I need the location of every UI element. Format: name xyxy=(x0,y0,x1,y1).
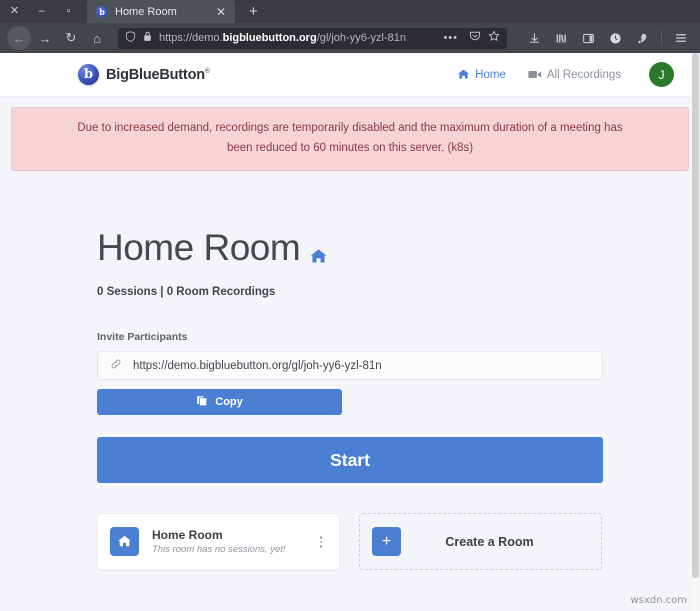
library-icon[interactable] xyxy=(549,26,573,50)
brand-logo[interactable]: b BigBlueButton® xyxy=(78,64,210,85)
scrollbar-thumb[interactable] xyxy=(692,53,699,578)
window-minimize-button[interactable]: – xyxy=(35,6,48,17)
page-scrollbar[interactable] xyxy=(691,53,700,611)
nav-item-all-recordings[interactable]: All Recordings xyxy=(528,69,621,81)
header-navigation: Home All Recordings J xyxy=(457,62,674,87)
window-maximize-button[interactable]: ▫ xyxy=(62,6,75,17)
nav-item-home[interactable]: Home xyxy=(457,68,506,81)
reload-icon[interactable]: ↻ xyxy=(59,26,83,50)
start-button[interactable]: Start xyxy=(97,437,603,484)
room-card-home-room[interactable]: Home Room This room has no sessions, yet… xyxy=(97,513,340,571)
room-card-subtitle: This room has no sessions, yet! xyxy=(152,543,286,555)
invite-participants-label: Invite Participants xyxy=(97,331,188,344)
home-icon[interactable]: ⌂ xyxy=(85,26,109,50)
back-icon[interactable]: ← xyxy=(7,26,31,50)
more-options-icon[interactable] xyxy=(315,532,328,552)
room-stats: 0 Sessions | 0 Room Recordings xyxy=(97,286,276,299)
home-icon xyxy=(457,68,470,81)
content-wrapper: Home Room 0 Sessions | 0 Room Recordings… xyxy=(97,226,603,571)
pocket-icon[interactable] xyxy=(469,29,481,47)
downloads-icon[interactable] xyxy=(522,26,546,50)
toolbar-divider xyxy=(661,30,662,46)
brand-trademark: ® xyxy=(204,67,210,75)
room-cards: Home Room This room has no sessions, yet… xyxy=(97,513,603,571)
forward-icon[interactable]: → xyxy=(33,26,57,50)
tab-title: Home Room xyxy=(115,5,177,18)
browser-chrome: ✕ – ▫ b Home Room ✕ + ← → ↻ ⌂ https://de… xyxy=(0,0,700,53)
window-close-button[interactable]: ✕ xyxy=(8,6,21,17)
nav-item-home-label: Home xyxy=(475,68,506,81)
home-icon xyxy=(110,527,139,557)
alert-banner: Due to increased demand, recordings are … xyxy=(11,107,689,171)
room-card-title: Home Room xyxy=(152,527,223,542)
page-title-text: Home Room xyxy=(97,226,301,268)
invite-url-input[interactable]: https://demo.bigbluebutton.org/gl/joh-yy… xyxy=(97,351,603,381)
browser-toolbar-right xyxy=(516,26,693,50)
extension-icon[interactable] xyxy=(630,26,654,50)
home-icon xyxy=(309,235,328,274)
page-title: Home Room xyxy=(97,226,603,274)
tab-close-icon[interactable]: ✕ xyxy=(214,6,228,18)
copy-icon xyxy=(196,395,208,410)
bigbluebutton-logo-icon: b xyxy=(78,64,99,85)
copy-button-label: Copy xyxy=(215,396,243,409)
sidebar-icon[interactable] xyxy=(576,26,600,50)
link-icon xyxy=(110,357,122,375)
browser-tab[interactable]: b Home Room ✕ xyxy=(87,0,235,23)
url-bar-trailing-icons xyxy=(465,29,500,47)
start-button-label: Start xyxy=(330,449,370,470)
tab-strip: ✕ – ▫ b Home Room ✕ + xyxy=(0,0,700,23)
create-room-label: Create a Room xyxy=(445,534,534,549)
new-tab-button[interactable]: + xyxy=(249,4,258,19)
lock-icon xyxy=(143,31,152,45)
browser-navigation-bar: ← → ↻ ⌂ https://demo.bigbluebutton.org/g… xyxy=(0,23,700,53)
watermark: wsxdn.com xyxy=(630,595,687,606)
hamburger-menu-icon[interactable] xyxy=(669,26,693,50)
brand-name: BigBlueButton® xyxy=(106,66,210,83)
create-room-card[interactable]: + Create a Room xyxy=(359,513,602,571)
page-actions-icon[interactable]: ••• xyxy=(443,32,458,44)
bookmark-star-icon[interactable] xyxy=(488,29,500,47)
page-viewport: b BigBlueButton® Home All Recordings J D… xyxy=(0,53,700,611)
url-bar[interactable]: https://demo.bigbluebutton.org/gl/joh-yy… xyxy=(118,27,507,49)
plus-icon: + xyxy=(372,527,401,557)
account-circle-icon[interactable] xyxy=(603,26,627,50)
nav-item-all-recordings-label: All Recordings xyxy=(546,68,621,81)
avatar[interactable]: J xyxy=(649,62,674,87)
tracking-shield-icon[interactable] xyxy=(125,31,136,45)
window-controls: ✕ – ▫ xyxy=(0,0,87,23)
video-camera-icon xyxy=(528,69,542,80)
room-card-body: Home Room This room has no sessions, yet… xyxy=(152,527,302,557)
main-content: Home Room 0 Sessions | 0 Room Recordings… xyxy=(0,171,700,571)
url-text: https://demo.bigbluebutton.org/gl/joh-yy… xyxy=(159,32,406,44)
bigbluebutton-favicon-icon: b xyxy=(96,5,108,18)
copy-button[interactable]: Copy xyxy=(97,389,342,416)
site-header: b BigBlueButton® Home All Recordings J xyxy=(0,53,700,97)
invite-url-value: https://demo.bigbluebutton.org/gl/joh-yy… xyxy=(133,359,382,372)
